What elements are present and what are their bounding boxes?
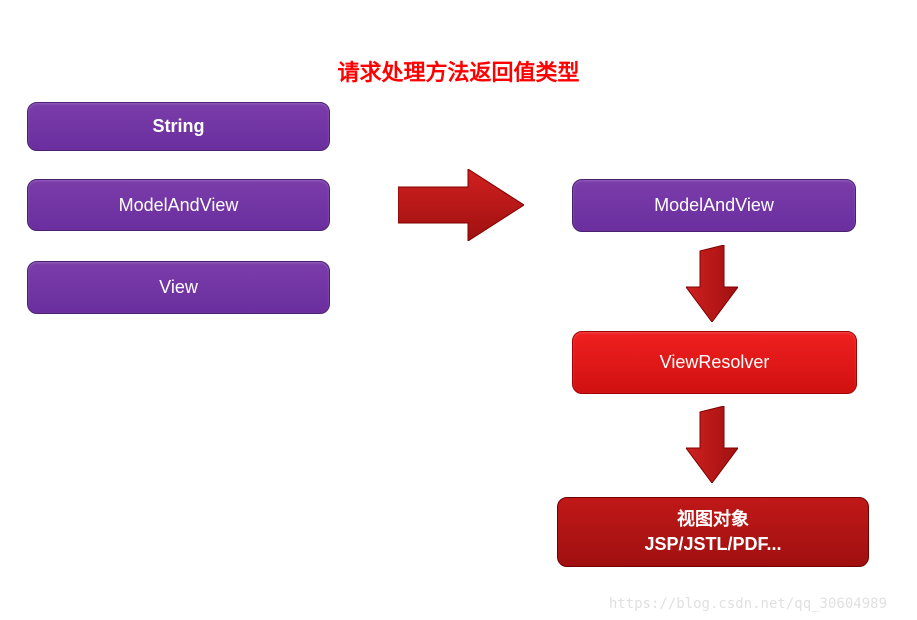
box-model-and-view-right: ModelAndView — [572, 179, 856, 232]
arrow-down-icon-1 — [686, 245, 738, 322]
box-string: String — [27, 102, 330, 151]
box-view-object: 视图对象 JSP/JSTL/PDF... — [557, 497, 869, 567]
box-view-object-line2: JSP/JSTL/PDF... — [644, 532, 781, 557]
box-view-object-line1: 视图对象 — [677, 507, 749, 532]
box-view-resolver-label: ViewResolver — [660, 352, 770, 373]
arrow-down-icon-2 — [686, 406, 738, 483]
box-model-and-view-left-label: ModelAndView — [119, 195, 239, 216]
arrow-right-icon — [398, 169, 524, 241]
diagram-title: 请求处理方法返回值类型 — [0, 55, 917, 87]
watermark: https://blog.csdn.net/qq_30604989 — [609, 596, 887, 612]
box-view: View — [27, 261, 330, 314]
box-model-and-view-left: ModelAndView — [27, 179, 330, 231]
box-view-resolver: ViewResolver — [572, 331, 857, 394]
box-model-and-view-right-label: ModelAndView — [654, 195, 774, 216]
box-string-label: String — [153, 116, 205, 137]
box-view-label: View — [159, 277, 198, 298]
